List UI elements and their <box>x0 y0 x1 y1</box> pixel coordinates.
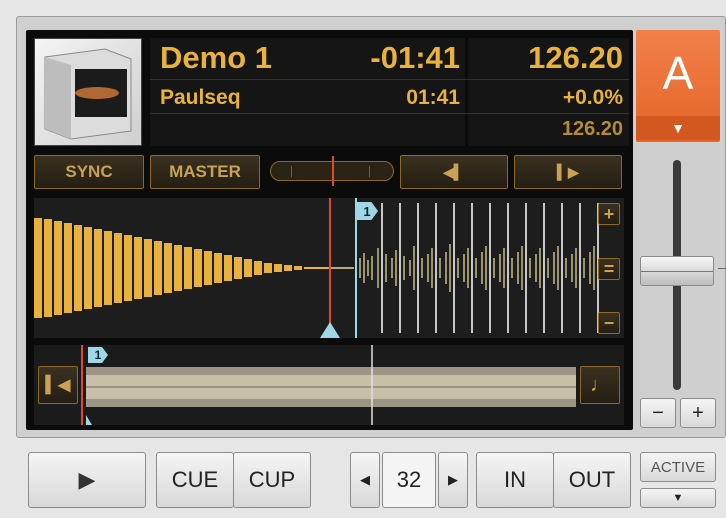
track-title: Demo 1 <box>160 40 272 75</box>
bpm-display: 126.20 <box>528 40 623 75</box>
stripe-waveform <box>81 345 576 425</box>
skip-to-start-button[interactable]: ▍◀ <box>38 366 78 404</box>
cover-art <box>34 38 142 146</box>
chevron-right-icon: ▶ <box>448 472 458 487</box>
play-button[interactable]: ▶ <box>28 452 146 508</box>
waveform-played-blocks <box>34 218 328 318</box>
zoom-reset-button[interactable]: = <box>598 258 620 280</box>
tempo-minus-button[interactable]: − <box>640 398 676 428</box>
cue-button[interactable]: CUE <box>156 452 234 508</box>
note-icon: ♩ <box>590 373 610 396</box>
loop-out-button[interactable]: OUT <box>553 452 631 508</box>
beatjump-back-icon: ◀▍ <box>443 163 465 180</box>
tempo-plus-button[interactable]: + <box>680 398 716 428</box>
track-artist: Paulseq <box>160 86 241 109</box>
beatjump-forward-button[interactable]: ▍▶ <box>514 155 622 189</box>
loop-in-button[interactable]: IN <box>476 452 554 508</box>
tempo-offset: +0.0% <box>562 86 623 109</box>
master-button[interactable]: MASTER <box>150 155 260 189</box>
zoom-out-button[interactable]: − <box>598 312 620 334</box>
original-bpm: 126.20 <box>561 118 623 140</box>
phase-indicator <box>332 156 334 186</box>
album-box-icon <box>44 48 132 140</box>
tempo-fader-handle[interactable] <box>640 256 714 286</box>
active-menu-button[interactable]: ▼ <box>640 488 716 508</box>
phase-tick <box>369 166 370 177</box>
playhead-marker-icon <box>320 322 340 338</box>
waveform-upcoming <box>359 244 603 292</box>
beatjump-back-button[interactable]: ◀▍ <box>400 155 508 189</box>
chevron-down-icon: ▼ <box>672 492 684 504</box>
fader-center-tick <box>718 268 726 269</box>
phase-meter <box>270 156 394 186</box>
zoom-in-button[interactable]: + <box>598 203 620 225</box>
loop-decrease-button[interactable]: ◀ <box>350 452 380 508</box>
divider <box>150 79 629 80</box>
waveform-graphic <box>34 198 603 338</box>
cup-button[interactable]: CUP <box>233 452 311 508</box>
time-remaining: -01:41 <box>370 40 460 75</box>
beatjump-forward-icon: ▍▶ <box>557 163 579 180</box>
deck-menu-button[interactable]: ▼ <box>636 116 720 140</box>
note-button[interactable]: ♩ <box>580 366 620 404</box>
waveform-display[interactable]: 1 <box>34 198 624 338</box>
handle-line <box>641 271 713 272</box>
skip-to-start-icon: ▍◀ <box>45 377 71 394</box>
time-elapsed: 01:41 <box>406 86 460 109</box>
sync-button[interactable]: SYNC <box>34 155 144 189</box>
loop-increase-button[interactable]: ▶ <box>438 452 468 508</box>
active-button[interactable]: ACTIVE <box>640 452 716 482</box>
divider <box>150 113 629 114</box>
chevron-left-icon: ◀ <box>360 472 370 487</box>
chevron-down-icon: ▼ <box>671 120 685 136</box>
stripe-overview[interactable]: 1 <box>34 345 624 425</box>
play-icon: ▶ <box>78 467 96 492</box>
loop-size-display[interactable]: 32 <box>382 452 436 508</box>
phase-tick <box>291 166 292 177</box>
